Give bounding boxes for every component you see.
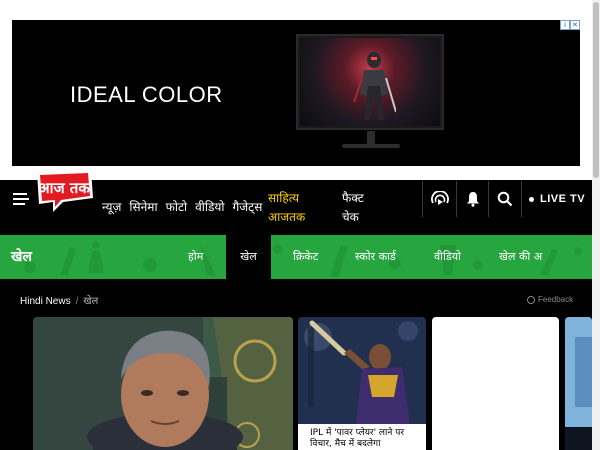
monitor-image <box>296 34 444 130</box>
logo-text: आज तक <box>38 179 91 197</box>
ad-controls: i ✕ <box>560 20 592 30</box>
nav-item-video[interactable]: वीडियो <box>195 200 224 214</box>
site-logo[interactable]: आज तक <box>33 168 95 214</box>
main-nav: न्यूज़ सिनेमा फोटो वीडियो गैजेट्स <box>102 200 262 214</box>
monitor-stand <box>367 131 375 145</box>
advertisement-area: IDEAL COLOR i ✕ <box>0 0 592 180</box>
nav-sahitya-line1: साहित्य <box>268 191 300 205</box>
tab-other-sports[interactable]: खेल की अ <box>499 235 542 279</box>
tab-video[interactable]: वीडियो <box>434 235 461 279</box>
podcast-icon <box>430 191 449 205</box>
nav-item-cinema[interactable]: सिनेमा <box>129 200 157 214</box>
ipl-story-card[interactable]: IPL में 'पावर प्लेयर' लाने पर विचार, मैच… <box>298 317 426 450</box>
feedback-icon <box>527 295 535 304</box>
feedback-label: Feedback <box>538 295 574 304</box>
nav-item-gadgets[interactable]: गैजेट्स <box>233 200 263 214</box>
search-icon <box>497 191 513 207</box>
info-icon[interactable]: i <box>560 20 570 30</box>
breadcrumb-current: खेल <box>83 296 99 307</box>
live-tv-label: LIVE TV <box>539 193 586 205</box>
breadcrumb: Hindi News / खेल <box>20 293 98 307</box>
section-nav-bar: खेल होम खेल क्रिकेट स्कोर कार्ड वीडियो ख… <box>0 235 592 279</box>
ipl-story-caption: IPL में 'पावर प्लेयर' लाने पर विचार, मैच… <box>298 424 426 450</box>
story-card-placeholder[interactable] <box>432 317 559 450</box>
nav-fact-line1: फैक्ट <box>342 191 364 205</box>
feedback-link[interactable]: Feedback <box>527 295 573 304</box>
nav-item-news[interactable]: न्यूज़ <box>102 200 121 214</box>
page-scrollbar[interactable] <box>592 0 600 450</box>
nav-item-fact-check[interactable]: फैक्ट चेक <box>342 189 364 227</box>
lead-story-card[interactable] <box>33 317 293 450</box>
story-card-partial[interactable] <box>565 317 592 450</box>
advertisement-banner[interactable]: IDEAL COLOR <box>12 20 580 166</box>
ad-headline: IDEAL COLOR <box>70 82 223 107</box>
nav-item-photo[interactable]: फोटो <box>166 200 188 214</box>
nav-fact-line2: चेक <box>342 210 359 224</box>
aajtak-logo-icon: आज तक <box>37 170 93 212</box>
close-icon[interactable]: ✕ <box>570 20 580 30</box>
tab-home[interactable]: होम <box>188 235 203 279</box>
breadcrumb-home[interactable]: Hindi News <box>20 296 71 307</box>
nav-item-sahitya-aajtak[interactable]: साहित्य आजतक <box>268 189 305 227</box>
tab-scorecard[interactable]: स्कोर कार्ड <box>355 235 396 279</box>
breadcrumb-bar: Hindi News / खेल Feedback <box>0 279 592 317</box>
nav-sahitya-line2: आजतक <box>268 210 306 224</box>
live-tv-button[interactable]: LIVE TV <box>521 181 592 217</box>
section-title: खेल <box>11 249 32 265</box>
search-button[interactable] <box>488 181 521 217</box>
breadcrumb-separator: / <box>75 296 79 307</box>
ipl-caption-line1: IPL में 'पावर प्लेयर' लाने पर <box>310 428 405 438</box>
ipl-caption-line2: विचार, मैच में बदलेगा <box>310 439 381 449</box>
tab-khel[interactable]: खेल <box>226 235 271 279</box>
hamburger-icon[interactable] <box>13 193 29 207</box>
bell-icon <box>466 192 479 207</box>
podcast-button[interactable] <box>422 181 456 217</box>
scrollbar-thumb[interactable] <box>593 2 599 178</box>
partial-story-image <box>565 317 592 450</box>
lead-story-image <box>33 317 293 450</box>
monitor-base <box>342 144 400 148</box>
site-header: आज तक न्यूज़ सिनेमा फोटो वीडियो गैजेट्स … <box>0 170 592 235</box>
live-dot-icon <box>528 196 534 202</box>
robot-figure-image <box>353 52 396 120</box>
notifications-button[interactable] <box>456 181 488 217</box>
ipl-story-image <box>298 317 426 424</box>
tab-cricket[interactable]: क्रिकेट <box>293 235 318 279</box>
